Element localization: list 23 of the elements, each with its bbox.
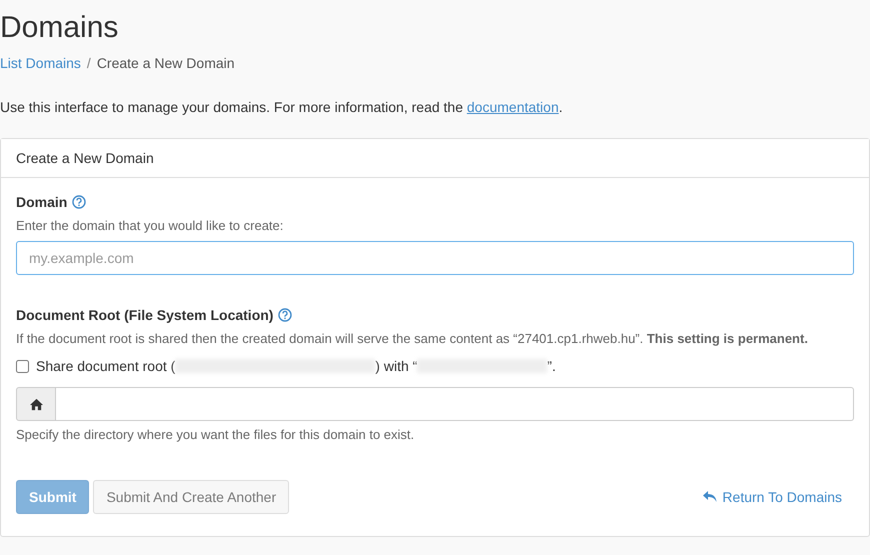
- directory-input[interactable]: [56, 387, 854, 421]
- help-icon[interactable]: [72, 195, 86, 209]
- field-label: Document Root (File System Location): [16, 306, 274, 325]
- share-checkbox[interactable]: [16, 360, 29, 372]
- help-text: If the document root is shared then the created domain will serve the same content as “27401.cp1.rhweb.hu”. This setting is permanent.: [16, 330, 809, 348]
- domain-input[interactable]: my.example.com: [16, 241, 854, 275]
- checkbox-label: ) with “: [375, 357, 418, 376]
- documentation-link[interactable]: documentation: [466, 99, 559, 115]
- home-icon: [28, 398, 44, 410]
- help-icon[interactable]: [278, 308, 292, 322]
- breadcrumb-current: Create a New Domain: [96, 54, 235, 73]
- intro-text: Use this interface to manage your domains. For more information, read the documentation.: [0, 98, 564, 117]
- breadcrumb-link[interactable]: List Domains: [0, 53, 81, 73]
- field-label: Domain: [16, 193, 68, 212]
- checkbox-label: ”.: [547, 357, 556, 376]
- help-text: Enter the domain that you would like to create:: [16, 217, 284, 235]
- reply-arrow-icon: [703, 491, 718, 503]
- checkbox-label: Share document root (: [36, 357, 176, 376]
- help-text: Specify the directory where you want the files for this domain to exist.: [16, 426, 416, 444]
- breadcrumb-separator: /: [86, 54, 91, 73]
- card-header: Create a New Domain: [1, 139, 869, 178]
- page-title: Domains: [0, 10, 120, 46]
- return-link[interactable]: Return To Domains: [703, 489, 842, 505]
